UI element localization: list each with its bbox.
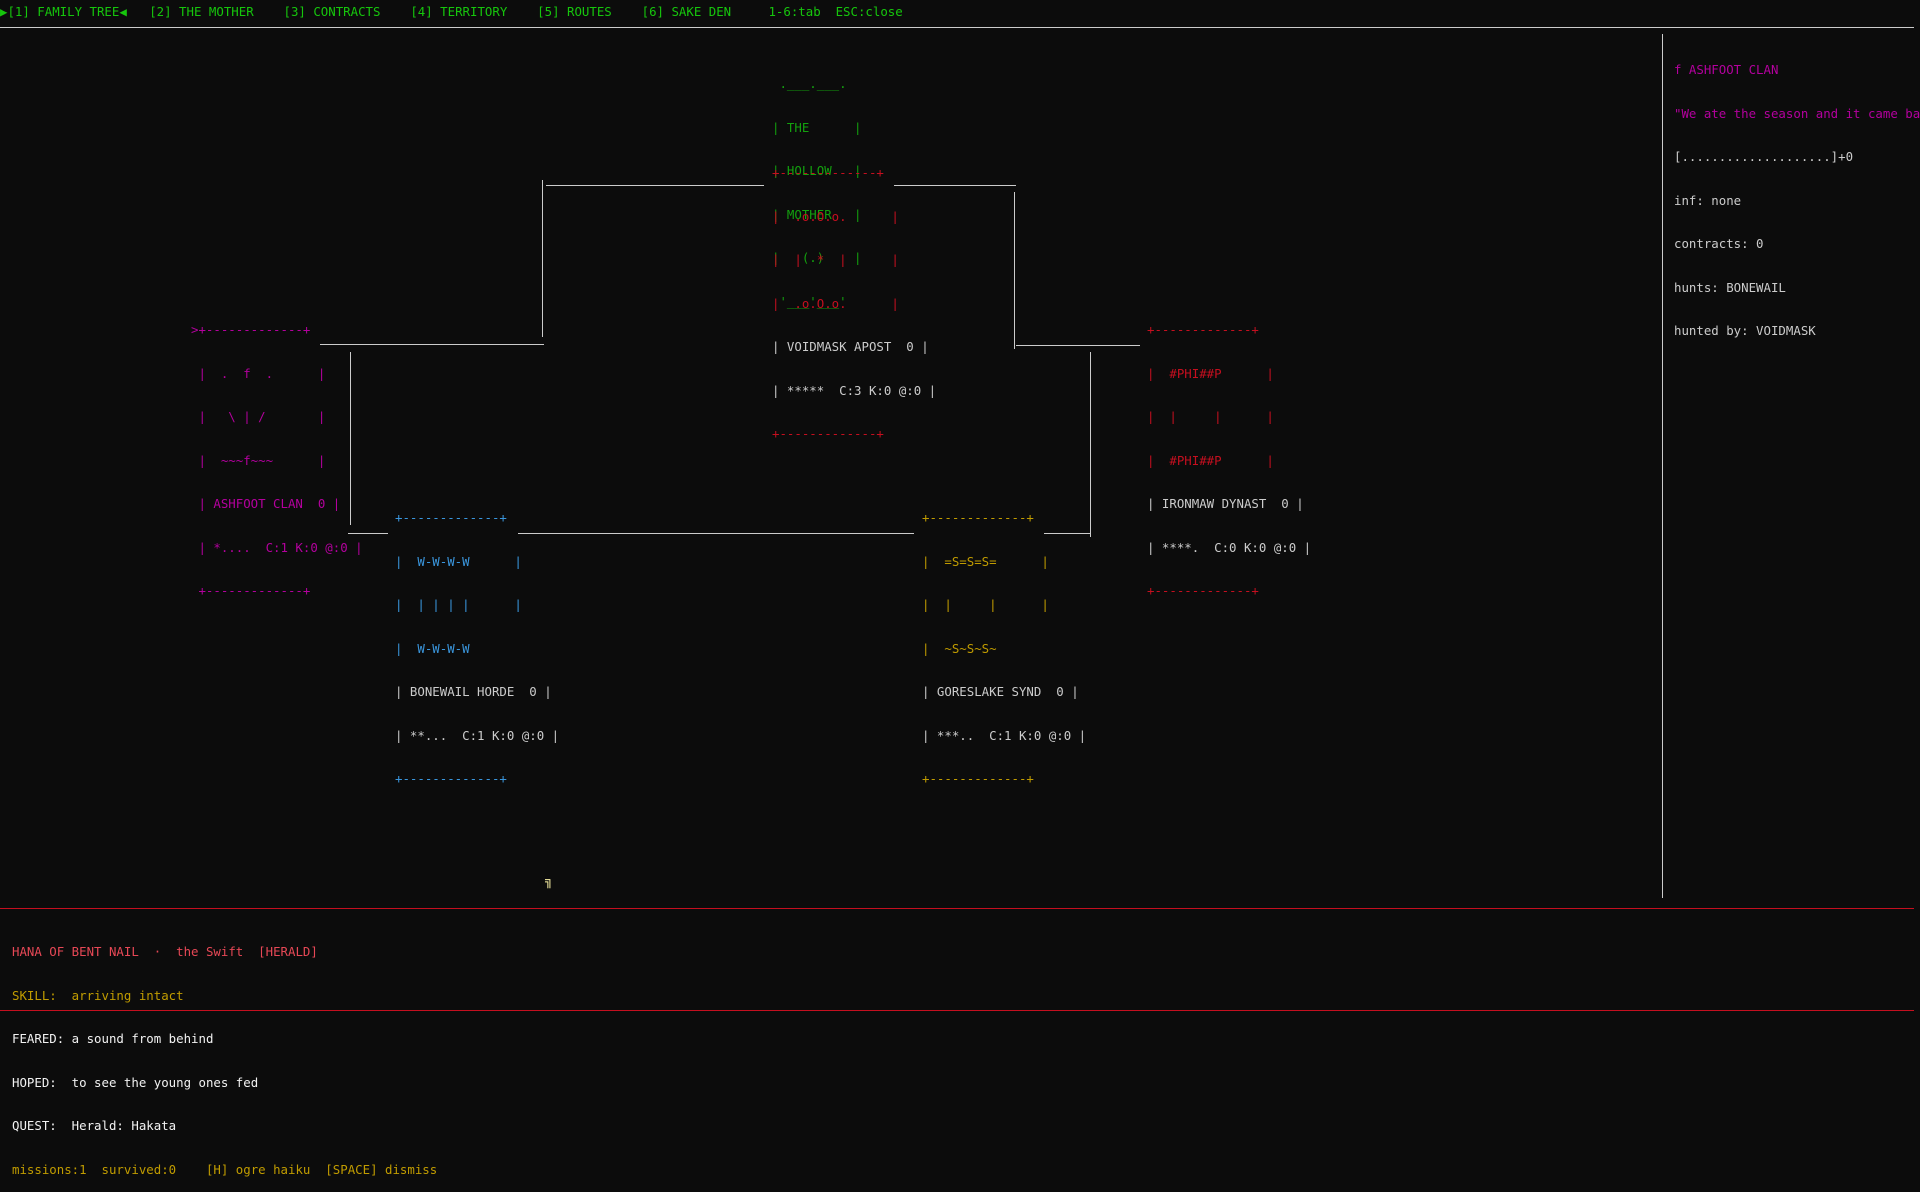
herald-skill: SKILL: arriving intact xyxy=(12,987,184,1003)
tree-connector xyxy=(1090,352,1091,537)
clan-art-line: | | * | | xyxy=(772,252,899,267)
herald-footer[interactable]: missions:1 survived:0 [H] ogre haiku [SP… xyxy=(12,1162,437,1178)
herald-feared: FEARED: a sound from behind xyxy=(12,1031,214,1046)
clan-art-line: | #PHI##P | xyxy=(1147,452,1274,468)
clan-art-line: | .o.O.o. | xyxy=(772,208,899,224)
clan-art-line: +-------------+ xyxy=(395,771,507,786)
herald-quest: QUEST: Herald: Hakata xyxy=(12,1118,177,1133)
clan-art-line: | ~S~S~S~ xyxy=(922,640,1042,656)
tree-connector xyxy=(518,533,914,534)
herald-panel: HANA OF BENT NAIL · the Swift [HERALD] S… xyxy=(12,916,437,1192)
clan-node-ironmaw[interactable]: +-------------+ | #PHI##P | | | | | | #P… xyxy=(1147,294,1311,613)
sidebar-hunted-by: hunted by: VOIDMASK xyxy=(1674,323,1816,338)
clan-stats: | ***.. C:1 K:0 @:0 | xyxy=(922,727,1087,743)
map-cursor: ╗ xyxy=(545,873,553,888)
tree-connector xyxy=(546,185,764,186)
herald-divider-bottom xyxy=(0,1010,1914,1011)
clan-art-line: | #PHI##P | xyxy=(1147,365,1274,381)
clan-art-line: >+-------------+ xyxy=(191,322,311,337)
clan-name: | IRONMAW DYNAST 0 | xyxy=(1147,496,1304,511)
clan-node-ashfoot[interactable]: >+-------------+ | . f . | | \ | / | | ~… xyxy=(191,294,363,613)
clan-name: | BONEWAIL HORDE 0 | xyxy=(395,684,552,699)
clan-name: | VOIDMASK APOST 0 | xyxy=(772,339,929,354)
herald-hoped: HOPED: to see the young ones fed xyxy=(12,1074,259,1090)
tab-bar: ▶[1] FAMILY TREE◀ [2] THE MOTHER [3] CON… xyxy=(0,4,903,20)
clan-art-line: | \ | / | xyxy=(191,409,326,424)
sidebar-inf: inf: none xyxy=(1674,192,1742,208)
sidebar-panel: f ASHFOOT CLAN "We ate the season and it… xyxy=(1674,34,1920,353)
tab-routes[interactable]: [5] ROUTES xyxy=(537,4,612,19)
clan-node-goreslake[interactable]: +-------------+ | =S=S=S= | | | | | | ~S… xyxy=(922,482,1086,801)
tab-sake-den[interactable]: [6] SAKE DEN xyxy=(642,4,732,19)
clan-art-line: +-------------+ xyxy=(191,583,311,598)
tab-family-tree[interactable]: ▶[1] FAMILY TREE◀ xyxy=(0,4,127,19)
clan-name: | ASHFOOT CLAN 0 | xyxy=(191,496,341,511)
mother-art-line: .___.___. xyxy=(772,76,847,91)
clan-art-line: | . f . | xyxy=(191,365,326,381)
clan-art-line: +-------------+ xyxy=(922,771,1034,786)
mother-art-line: | THE | xyxy=(772,119,862,135)
tab-territory[interactable]: [4] TERRITORY xyxy=(410,4,507,19)
clan-name: | GORESLAKE SYND 0 | xyxy=(922,684,1079,699)
clan-node-bonewail[interactable]: +-------------+ | W-W-W-W | | | | | | | … xyxy=(395,482,559,801)
clan-art-line: | ~~~f~~~ | xyxy=(191,452,326,468)
tab-the-mother[interactable]: [2] THE MOTHER xyxy=(149,4,253,19)
tree-connector xyxy=(1016,345,1140,346)
clan-art-line: | | | | xyxy=(1147,409,1274,424)
clan-node-voidmask[interactable]: +-------------+ | .o.O.o. | | | * | | | … xyxy=(772,137,936,456)
clan-art-line: | W-W-W-W | xyxy=(395,553,522,569)
tab-hint: 1-6:tab ESC:close xyxy=(768,4,903,19)
clan-art-line: | | | | | | xyxy=(395,597,522,612)
herald-divider-top xyxy=(0,908,1914,909)
sidebar-hunts: hunts: BONEWAIL xyxy=(1674,279,1786,295)
clan-art-line: | | | | xyxy=(922,597,1049,612)
sidebar-divider xyxy=(1662,34,1663,898)
clan-stats: | *.... C:1 K:0 @:0 | xyxy=(191,539,363,555)
clan-art-line: | .o.O.o. | xyxy=(772,295,899,311)
clan-art-line: +-------------+ xyxy=(772,426,884,441)
sidebar-title: f ASHFOOT CLAN xyxy=(1674,62,1779,77)
clan-art-line: +-------------+ xyxy=(922,510,1034,525)
clan-stats: | **... C:1 K:0 @:0 | xyxy=(395,727,560,743)
herald-title: HANA OF BENT NAIL · the Swift [HERALD] xyxy=(12,944,318,959)
clan-art-line: +-------------+ xyxy=(1147,583,1259,598)
clan-stats: | ****. C:0 K:0 @:0 | xyxy=(1147,539,1312,555)
clan-art-line: | W-W-W-W xyxy=(395,640,515,656)
tab-contracts[interactable]: [3] CONTRACTS xyxy=(284,4,381,19)
sidebar-quote: "We ate the season and it came bac xyxy=(1674,105,1920,121)
clan-art-line: | =S=S=S= | xyxy=(922,553,1049,569)
influence-bar: [....................]+0 xyxy=(1674,149,1854,164)
tree-connector xyxy=(1014,192,1015,349)
clan-art-line: +-------------+ xyxy=(1147,322,1259,337)
clan-art-line: +-------------+ xyxy=(395,510,507,525)
top-divider xyxy=(0,27,1914,28)
tree-connector xyxy=(542,180,543,337)
sidebar-contracts: contracts: 0 xyxy=(1674,236,1764,251)
clan-art-line: +-------------+ xyxy=(772,165,884,180)
clan-stats: | ***** C:3 K:0 @:0 | xyxy=(772,382,937,398)
